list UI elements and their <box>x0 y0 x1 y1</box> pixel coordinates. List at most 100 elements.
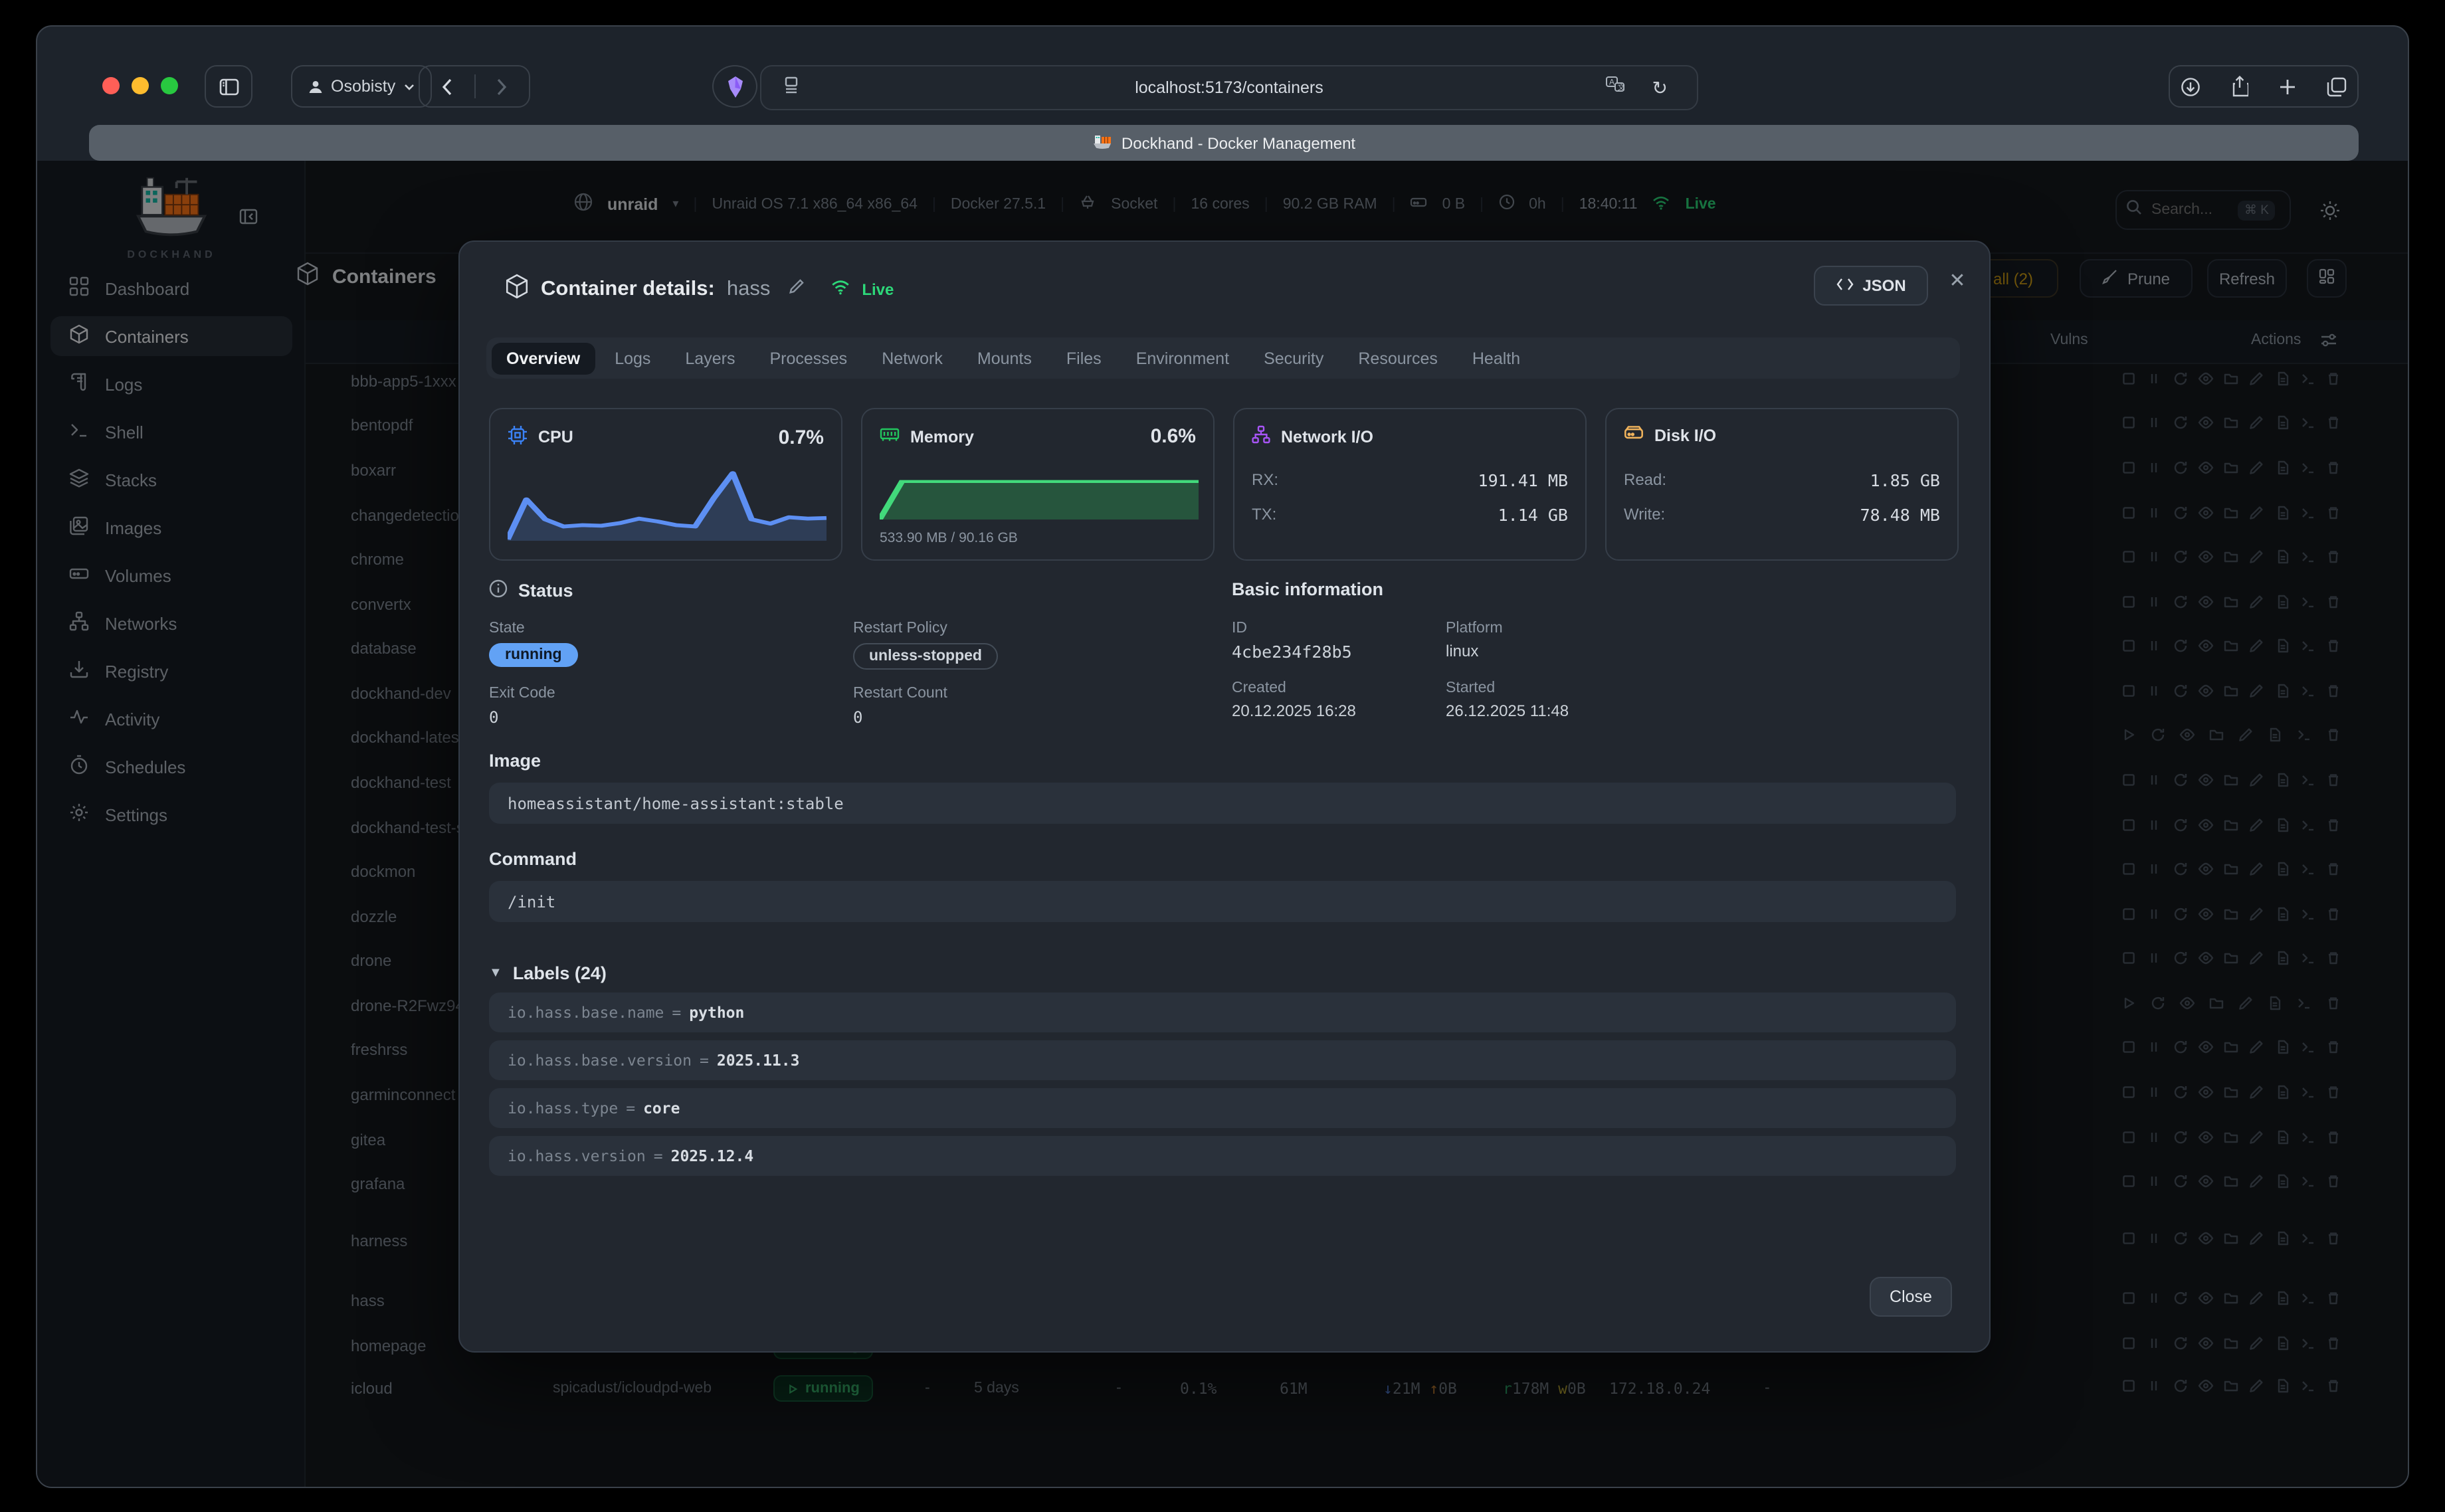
tab-mounts[interactable]: Mounts <box>963 342 1046 374</box>
modal-container-name: hass <box>727 278 771 302</box>
translate-icon[interactable]: A文 <box>1605 76 1625 100</box>
command-value[interactable]: /init <box>489 881 1956 922</box>
exit-code-label: Exit Code <box>489 686 555 702</box>
page-tab-title: Dockhand - Docker Management <box>1122 134 1355 152</box>
collapse-triangle-icon: ▼ <box>489 966 502 981</box>
zoom-window-button[interactable] <box>161 77 178 94</box>
downloads-icon[interactable] <box>2181 76 2201 96</box>
started-label: Started <box>1446 680 1495 696</box>
tab-health[interactable]: Health <box>1458 342 1535 374</box>
created-value: 20.12.2025 16:28 <box>1232 702 1356 720</box>
disk-card: Disk I/O Read:1.85 GB Write:78.48 MB <box>1605 408 1959 561</box>
created-label: Created <box>1232 680 1286 696</box>
disk-icon <box>1624 425 1644 445</box>
share-icon[interactable] <box>2231 76 2248 97</box>
tab-overview-icon[interactable] <box>2326 76 2346 96</box>
wifi-live-icon <box>830 278 850 302</box>
info-icon <box>489 579 508 602</box>
url-text: localhost:5173/containers <box>761 78 1697 97</box>
image-heading: Image <box>489 751 541 771</box>
cpu-card: CPU 0.7% <box>489 408 842 561</box>
tab-processes[interactable]: Processes <box>755 342 862 374</box>
browser-window: Osobisty localhost:5173/containers A文 ↻ <box>36 25 2409 1488</box>
modal-header: Container details: hass Live JSON ✕ <box>460 242 1989 330</box>
restart-count-label: Restart Count <box>853 686 947 702</box>
tab-layers[interactable]: Layers <box>670 342 749 374</box>
gem-extension-icon <box>725 75 745 98</box>
minimize-window-button[interactable] <box>132 77 149 94</box>
exit-code-value: 0 <box>489 708 498 727</box>
basic-info-heading: Basic information <box>1232 579 1383 599</box>
label-row: io.hass.type=core <box>489 1088 1956 1128</box>
tab-overview[interactable]: Overview <box>492 342 595 374</box>
network-icon <box>1252 425 1270 448</box>
code-icon <box>1836 276 1853 295</box>
screen: Osobisty localhost:5173/containers A文 ↻ <box>0 0 2445 1512</box>
memory-icon <box>880 426 900 446</box>
sidebar-icon <box>219 78 239 95</box>
page-tab[interactable]: Dockhand - Docker Management <box>89 125 2359 161</box>
id-value: 4cbe234f28b5 <box>1232 642 1352 662</box>
network-rx: 191.41 MB <box>1478 470 1568 490</box>
platform-label: Platform <box>1446 620 1503 636</box>
extension-button[interactable] <box>712 65 757 108</box>
chevron-down-icon <box>403 83 414 90</box>
forward-button[interactable] <box>475 78 529 95</box>
labels-heading[interactable]: ▼ Labels (24) <box>489 963 607 983</box>
platform-value: linux <box>1446 642 1478 660</box>
memory-value: 0.6% <box>1151 425 1196 448</box>
started-value: 26.12.2025 11:48 <box>1446 702 1569 720</box>
reload-icon[interactable]: ↻ <box>1652 76 1668 99</box>
app-content: DOCKHAND DashboardContainersLogsShellSta… <box>37 161 2409 1488</box>
browser-toolbar: Osobisty localhost:5173/containers A文 ↻ <box>37 27 2408 125</box>
edit-name-icon[interactable] <box>787 278 805 302</box>
tab-logs[interactable]: Logs <box>600 342 665 374</box>
box-icon <box>505 274 529 306</box>
sidebar-toggle-button[interactable] <box>205 65 252 108</box>
svg-text:A: A <box>1609 78 1614 87</box>
modal-live-label: Live <box>862 280 894 299</box>
dockhand-favicon <box>1092 132 1112 153</box>
tab-files[interactable]: Files <box>1052 342 1116 374</box>
close-icon[interactable]: ✕ <box>1943 266 1972 295</box>
user-icon <box>308 79 323 94</box>
network-tx: 1.14 GB <box>1498 505 1568 525</box>
json-button[interactable]: JSON <box>1814 266 1928 306</box>
cpu-sparkline <box>508 464 827 541</box>
command-heading: Command <box>489 849 577 869</box>
label-row: io.hass.version=2025.12.4 <box>489 1136 1956 1176</box>
modal-tabs: OverviewLogsLayersProcessesNetworkMounts… <box>486 337 1960 379</box>
modal-title: Container details: <box>541 278 715 302</box>
restart-count-value: 0 <box>853 708 862 727</box>
label-row: io.hass.base.version=2025.11.3 <box>489 1040 1956 1080</box>
back-button[interactable] <box>420 78 474 95</box>
svg-text:文: 文 <box>1618 82 1625 92</box>
window-actions-group <box>2169 65 2359 108</box>
tab-resources[interactable]: Resources <box>1343 342 1452 374</box>
tab-security[interactable]: Security <box>1249 342 1338 374</box>
tab-environment[interactable]: Environment <box>1122 342 1244 374</box>
close-window-button[interactable] <box>102 77 120 94</box>
state-badge: running <box>489 643 578 667</box>
network-card: Network I/O RX:191.41 MB TX:1.14 GB <box>1233 408 1587 561</box>
profile-name: Osobisty <box>331 77 395 96</box>
id-label: ID <box>1232 620 1247 636</box>
cpu-value: 0.7% <box>779 426 824 448</box>
label-row: io.hass.base.name=python <box>489 992 1956 1032</box>
cpu-icon <box>508 425 528 449</box>
state-label: State <box>489 620 525 636</box>
memory-sparkline <box>880 461 1199 520</box>
close-button[interactable]: Close <box>1870 1277 1952 1317</box>
tab-network[interactable]: Network <box>867 342 957 374</box>
restart-policy-badge: unless-stopped <box>853 643 998 670</box>
disk-read: 1.85 GB <box>1870 470 1940 490</box>
image-value[interactable]: homeassistant/home-assistant:stable <box>489 783 1956 824</box>
restart-policy-label: Restart Policy <box>853 620 947 636</box>
memory-card: Memory 0.6% 533.90 MB / 90.16 GB <box>861 408 1215 561</box>
memory-detail: 533.90 MB / 90.16 GB <box>880 530 1018 546</box>
history-nav-group <box>419 65 530 108</box>
profile-button[interactable]: Osobisty <box>291 65 431 108</box>
new-tab-icon[interactable] <box>2279 78 2296 95</box>
url-bar[interactable]: localhost:5173/containers A文 ↻ <box>760 65 1698 110</box>
status-heading: Status <box>489 579 573 602</box>
